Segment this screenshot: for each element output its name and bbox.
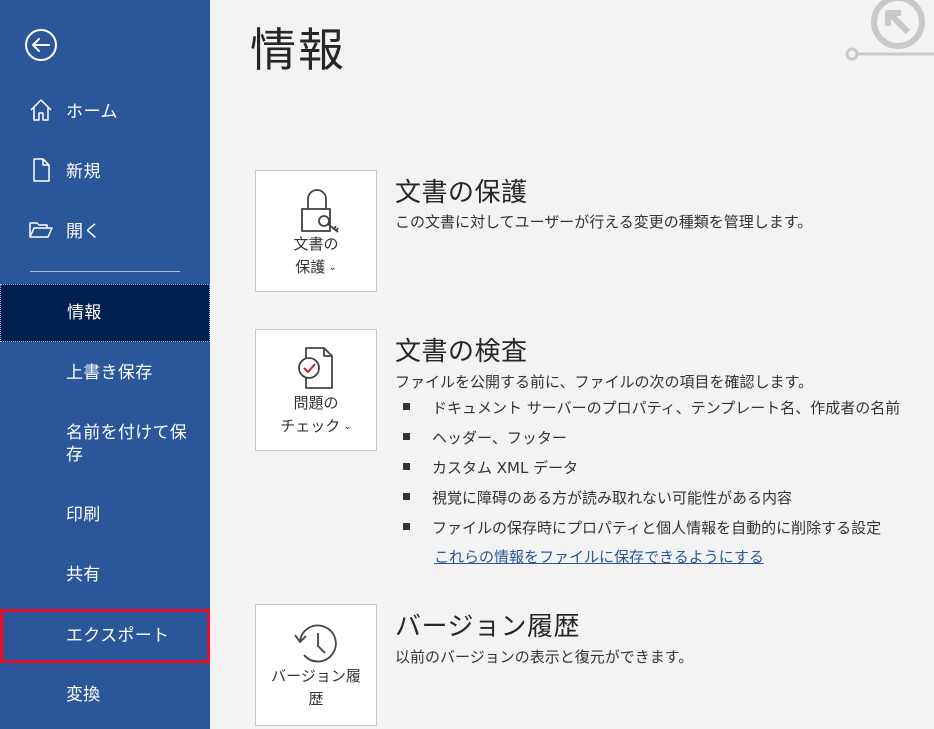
lock-key-icon [301,189,339,233]
inspect-section-title: 文書の検査 [395,337,528,367]
version-history-icon [294,624,337,663]
new-document-icon [33,158,50,182]
check-for-issues-label: 問題の チェック ⌄ [280,394,352,435]
open-folder-icon [29,222,53,238]
list-item: 視覚に障碍のある方が読み取れない可能性がある内容 [403,487,792,508]
sidebar-item-share[interactable]: 共有 [0,546,210,604]
list-item: カスタム XML データ [403,457,578,478]
sidebar-item-label: 開く [66,221,101,242]
sidebar-item-label: エクスポート [66,626,170,646]
sidebar-item-transform[interactable]: 変換 [0,666,210,724]
backstage-sidebar: ホーム 新規 開く 情報 上書き保存 名前を付けて保存 印刷 共有 エクスポート… [0,0,210,729]
inspect-section-description: ファイルを公開する前に、ファイルの次の項目を確認します。 [395,373,814,391]
sidebar-item-label: 印刷 [66,505,101,525]
document-check-icon [298,347,333,389]
sidebar-item-info[interactable]: 情報 [0,284,210,342]
sidebar-item-label: 変換 [66,685,101,705]
sidebar-item-home[interactable]: ホーム [0,87,210,131]
list-item: ヘッダー、フッター [403,427,567,448]
back-arrow-icon [25,29,57,61]
sidebar-item-label: 上書き保存 [66,363,153,383]
allow-save-info-link[interactable]: これらの情報をファイルに保存できるようにする [434,546,764,567]
sidebar-item-label: 新規 [66,161,101,182]
version-history-label: バージョン履 歴 [271,667,361,708]
sidebar-item-new[interactable]: 新規 [0,147,210,191]
sidebar-item-export[interactable]: エクスポート [0,609,210,663]
sidebar-item-save[interactable]: 上書き保存 [0,344,210,402]
protect-document-button[interactable]: 文書の 保護 ⌄ [255,170,377,292]
protect-section-title: 文書の保護 [395,178,528,208]
sidebar-item-label: 共有 [66,565,101,585]
sidebar-divider [30,271,180,272]
sidebar-item-label: 情報 [67,303,102,323]
version-history-section-title: バージョン履歴 [395,612,580,642]
version-history-section-description: 以前のバージョンの表示と復元ができます。 [395,648,694,666]
home-icon [30,99,52,121]
page-title: 情報 [250,23,346,77]
chevron-down-icon: ⌄ [328,262,337,273]
protect-section-description: この文書に対してユーザーが行える変更の種類を管理します。 [395,213,813,231]
list-item: ドキュメント サーバーのプロパティ、テンプレート名、作成者の名前 [403,397,900,418]
back-button[interactable] [24,28,58,62]
sidebar-item-save-as[interactable]: 名前を付けて保存 [0,404,210,484]
protect-document-label: 文書の 保護 ⌄ [293,235,339,276]
circuit-decoration-icon [845,0,934,61]
version-history-button[interactable]: バージョン履 歴 [255,604,377,726]
sidebar-item-label: ホーム [66,101,118,122]
list-item: ファイルの保存時にプロパティと個人情報を自動的に削除する設定 [403,517,881,538]
sidebar-item-open[interactable]: 開く [0,207,210,251]
sidebar-item-label: 名前を付けて保存 [66,423,188,465]
check-for-issues-button[interactable]: 問題の チェック ⌄ [255,329,377,451]
sidebar-item-print[interactable]: 印刷 [0,486,210,544]
chevron-down-icon: ⌄ [343,421,352,432]
